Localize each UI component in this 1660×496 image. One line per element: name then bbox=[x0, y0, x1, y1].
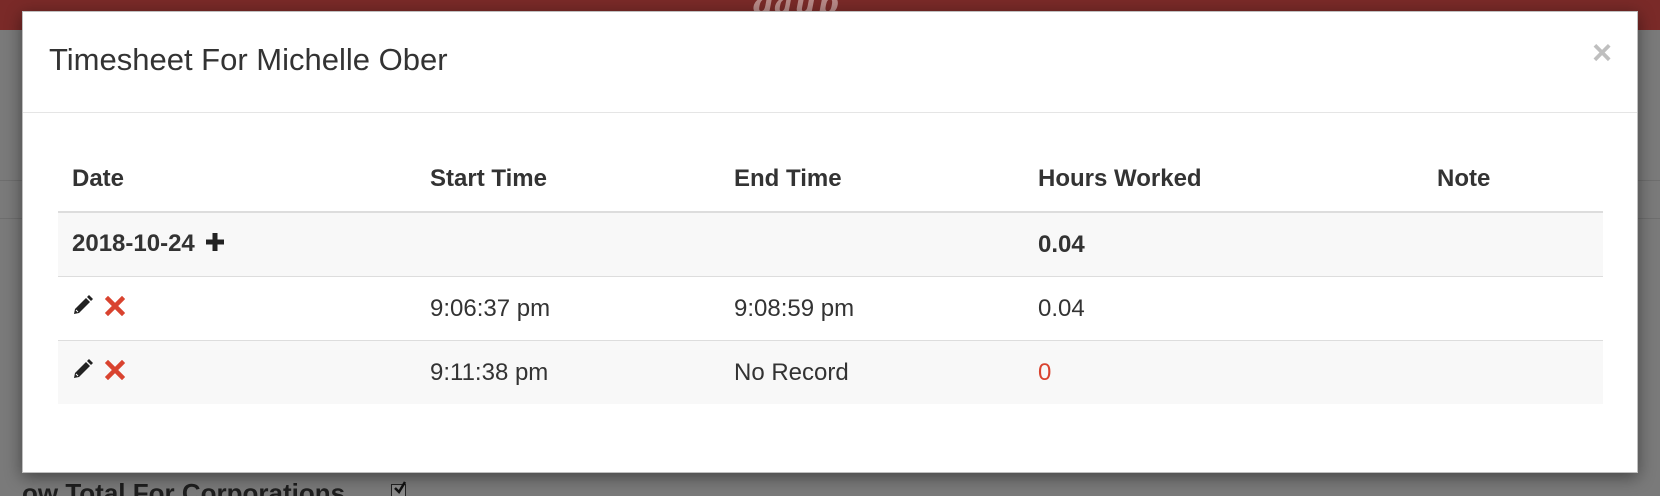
row-start-time: 9:11:38 pm bbox=[416, 340, 720, 404]
group-end-cell bbox=[720, 211, 1024, 277]
row-start-time: 9:06:37 pm bbox=[416, 276, 720, 341]
table-row: 9:11:38 pm No Record 0 bbox=[58, 340, 1603, 404]
x-icon[interactable] bbox=[104, 359, 125, 387]
table-group-row: 2018-10-24 0.04 bbox=[58, 211, 1603, 277]
check-icon bbox=[394, 481, 407, 495]
background-checkbox bbox=[391, 481, 407, 496]
group-date: 2018-10-24 bbox=[72, 230, 195, 257]
row-hours-worked: 0.04 bbox=[1024, 276, 1423, 341]
row-hours-worked: 0 bbox=[1024, 340, 1423, 404]
row-actions-cell bbox=[58, 340, 416, 404]
row-note bbox=[1423, 340, 1603, 404]
group-start-cell bbox=[416, 211, 720, 277]
modal-title: Timesheet For Michelle Ober bbox=[49, 42, 448, 77]
column-header-start-time: Start Time bbox=[416, 147, 720, 213]
column-header-hours-worked: Hours Worked bbox=[1024, 147, 1423, 213]
row-note bbox=[1423, 276, 1603, 341]
group-hours: 0.04 bbox=[1024, 211, 1423, 277]
timesheet-table-wrap: Date Start Time End Time Hours Worked No… bbox=[58, 147, 1603, 404]
row-actions-cell bbox=[58, 276, 416, 341]
table-header-row: Date Start Time End Time Hours Worked No… bbox=[58, 147, 1603, 213]
modal-header: Timesheet For Michelle Ober × bbox=[23, 12, 1637, 113]
column-header-note: Note bbox=[1423, 147, 1603, 213]
background-label: ow Total For Corporations bbox=[22, 478, 346, 496]
group-note-cell bbox=[1423, 211, 1603, 277]
table-row: 9:06:37 pm 9:08:59 pm 0.04 bbox=[58, 276, 1603, 341]
row-end-time: 9:08:59 pm bbox=[720, 276, 1024, 341]
timesheet-modal: Timesheet For Michelle Ober × Date Start… bbox=[22, 11, 1638, 473]
timesheet-table: Date Start Time End Time Hours Worked No… bbox=[58, 147, 1603, 404]
close-icon[interactable]: × bbox=[1592, 36, 1612, 70]
row-end-time: No Record bbox=[720, 340, 1024, 404]
plus-icon[interactable] bbox=[205, 231, 225, 259]
group-date-cell: 2018-10-24 bbox=[58, 211, 416, 277]
pencil-icon[interactable] bbox=[72, 358, 94, 387]
pencil-icon[interactable] bbox=[72, 294, 94, 323]
x-icon[interactable] bbox=[104, 295, 125, 323]
column-header-end-time: End Time bbox=[720, 147, 1024, 213]
column-header-date: Date bbox=[58, 147, 416, 213]
